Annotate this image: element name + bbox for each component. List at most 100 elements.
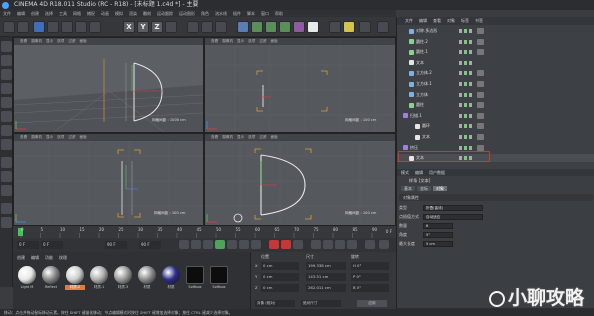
model-mode-icon[interactable] [1, 55, 12, 66]
size-mode-select[interactable]: 绝对尺寸 [301, 300, 341, 307]
menu-item[interactable]: 插件 [233, 11, 241, 16]
attribute-value-field[interactable]: 自动适应 [423, 214, 483, 220]
coordinate-mode-select[interactable]: 对象 (相对) [255, 300, 295, 307]
coord-pos-field[interactable]: 0 cm [261, 273, 299, 281]
polygons-mode-icon[interactable] [1, 125, 12, 136]
end-frame-field[interactable]: 90 F [105, 241, 127, 249]
coordinate-system-icon[interactable] [165, 21, 177, 33]
move-icon[interactable] [47, 21, 59, 33]
coord-rot-field[interactable]: H 0° [351, 262, 389, 270]
material-label[interactable]: 材质.1 [89, 285, 109, 290]
next-frame-icon[interactable] [227, 240, 237, 249]
menu-item[interactable]: 角色 [201, 11, 209, 16]
menu-item[interactable]: 雕刻 [143, 11, 151, 16]
material-swatch[interactable] [114, 266, 132, 284]
coord-size-field[interactable]: 143.51 cm [306, 273, 346, 281]
next-key-icon[interactable] [239, 240, 249, 249]
tab-coord[interactable]: 坐标 [417, 186, 431, 191]
snap-icon[interactable] [1, 171, 12, 182]
light-icon[interactable] [343, 21, 355, 33]
menu-item[interactable]: 编辑 [17, 11, 25, 16]
workplane-icon[interactable] [1, 83, 12, 94]
param-key-icon[interactable] [347, 240, 357, 249]
visibility-toggle-icon[interactable] [459, 39, 473, 44]
tab-basic[interactable]: 基本 [401, 186, 415, 191]
pen-icon[interactable] [251, 21, 263, 33]
points-mode-icon[interactable] [1, 97, 12, 108]
timeline-menu-icon[interactable] [379, 240, 389, 249]
viewport-top[interactable]: 查看摄像机显示选项过滤面板 顶视图 网格间距 : 100 cm [204, 37, 396, 133]
live-select-icon[interactable] [33, 21, 45, 33]
menu-item[interactable]: 流水线 [215, 11, 227, 16]
rotate-icon[interactable] [75, 21, 87, 33]
scale-icon[interactable] [61, 21, 73, 33]
autokey-icon[interactable] [281, 240, 291, 249]
material-label[interactable]: Reflect [41, 285, 61, 289]
object-row[interactable]: 对称.多边形 [397, 27, 594, 35]
make-editable-icon[interactable] [1, 41, 12, 52]
material-tag-icon[interactable] [477, 134, 484, 140]
start-frame-field[interactable]: 0 F [17, 241, 39, 249]
visibility-toggle-icon[interactable] [459, 124, 473, 129]
object-row[interactable]: 文本 [397, 133, 594, 141]
material-swatch[interactable] [66, 266, 84, 284]
menu-item[interactable]: 动画 [101, 11, 109, 16]
material-label[interactable]: 材质.2 [65, 285, 85, 290]
coord-rot-field[interactable]: P 0° [351, 273, 389, 281]
preview-end-field[interactable]: 90 F [139, 241, 161, 249]
x-axis-button[interactable]: X [123, 21, 135, 33]
menu-item[interactable]: 运动跟踪 [157, 11, 173, 16]
attribute-value-field[interactable]: 5 cm [423, 241, 453, 247]
coord-size-field[interactable]: 199.338 cm [306, 262, 346, 270]
viewport-perspective[interactable]: 查看摄像机显示选项过滤面板 透视视图 网格间距 : 1000 cm [13, 37, 204, 133]
material-tag-icon[interactable] [477, 38, 484, 45]
material-tag-icon[interactable] [477, 91, 484, 98]
material-label[interactable]: 材质 [137, 285, 157, 290]
sketch-icon[interactable] [307, 21, 319, 33]
array-icon[interactable] [279, 21, 291, 33]
material-label[interactable]: 材质 [161, 285, 181, 290]
object-row[interactable]: 圆柱 [397, 101, 594, 109]
viewport-right[interactable]: 查看摄像机显示选项过滤面板 右视图 网格间距 : 100 cm [13, 133, 204, 226]
visibility-toggle-icon[interactable] [459, 82, 473, 86]
menu-item[interactable]: 文件 [3, 11, 11, 16]
visibility-toggle-icon[interactable] [459, 92, 473, 97]
material-tag-icon[interactable] [477, 123, 484, 130]
menu-item[interactable]: 工具 [59, 11, 67, 16]
current-frame-field[interactable]: 0 F [41, 241, 63, 249]
attribute-value-field[interactable]: 5° [423, 232, 453, 238]
material-tag-icon[interactable] [477, 112, 484, 119]
camera-icon[interactable] [329, 21, 341, 33]
object-row[interactable]: 文本 [397, 59, 594, 67]
prev-key-icon[interactable] [191, 240, 201, 249]
material-tag-icon[interactable] [477, 144, 484, 151]
goto-end-icon[interactable] [251, 240, 261, 249]
material-swatch[interactable] [90, 266, 108, 284]
material-tag-icon[interactable] [477, 28, 484, 34]
attribute-value-field[interactable]: 折叠(曲线) [423, 205, 483, 211]
goto-start-icon[interactable] [179, 240, 189, 249]
grid-icon[interactable] [1, 203, 12, 214]
material-tag-icon[interactable] [477, 81, 484, 87]
timeline-ruler[interactable]: 0 5 10 15 20 25 30 35 40 45 50 55 60 65 70 75 80 85 90 0 F [13, 226, 396, 238]
menu-item[interactable]: 窗口 [261, 11, 269, 16]
visibility-toggle-icon[interactable] [459, 135, 473, 139]
coord-size-field[interactable]: 262.011 cm [306, 284, 346, 292]
object-row[interactable]: 圆环 [397, 122, 594, 130]
edges-mode-icon[interactable] [1, 111, 12, 122]
undo-icon[interactable] [3, 21, 15, 33]
visibility-toggle-icon[interactable] [459, 60, 473, 65]
menu-item[interactable]: 创建 [31, 11, 39, 16]
menu-item[interactable]: 运动图形 [179, 11, 195, 16]
render-view-icon[interactable] [187, 21, 199, 33]
material-tag-icon[interactable] [477, 102, 484, 109]
axis-mode-icon[interactable] [1, 139, 12, 150]
visibility-toggle-icon[interactable] [459, 113, 473, 118]
menu-item[interactable]: 网格 [73, 11, 81, 16]
menu-item[interactable]: 模拟 [115, 11, 123, 16]
menu-item[interactable]: 选择 [45, 11, 53, 16]
apply-button[interactable]: 应用 [357, 300, 387, 307]
render-settings-icon[interactable] [215, 21, 227, 33]
material-label[interactable]: Softbox [209, 285, 229, 289]
play-icon[interactable] [215, 240, 225, 249]
